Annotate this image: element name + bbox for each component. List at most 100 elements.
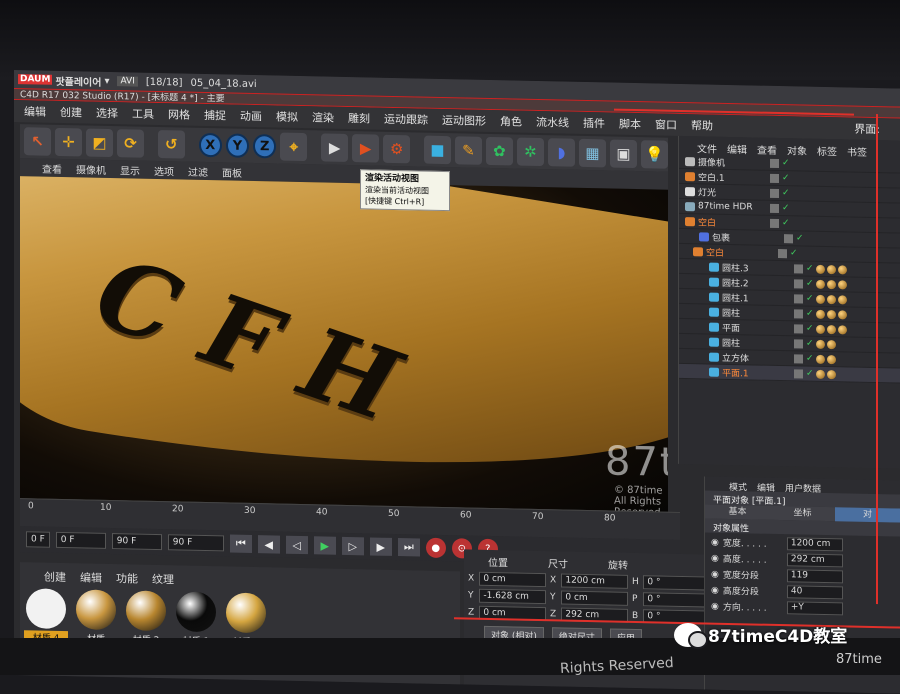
size-field[interactable]: 1200 cm	[561, 573, 628, 589]
undo-icon[interactable]: ↺	[157, 130, 185, 159]
property-value[interactable]: +Y	[786, 601, 843, 616]
visibility-toggle[interactable]	[794, 323, 803, 334]
menu-item[interactable]: 帮助	[691, 117, 713, 133]
attribute-subtab[interactable]: 基本	[705, 504, 770, 519]
play-icon[interactable]: ▶	[313, 536, 336, 555]
property-value[interactable]: 119	[786, 569, 843, 584]
property-value[interactable]: 292 cm	[786, 553, 843, 568]
light-icon[interactable]: 💡	[640, 140, 668, 169]
material-tag-icon[interactable]	[815, 354, 825, 364]
object-menu-item[interactable]: 书签	[847, 143, 867, 158]
menu-item[interactable]: 流水线	[536, 114, 569, 131]
rotate-icon[interactable]: ⟳	[117, 129, 144, 158]
material-tag-icon[interactable]	[826, 264, 836, 274]
attribute-subtab[interactable]: 坐标	[770, 506, 835, 521]
menu-item[interactable]: 网格	[168, 106, 190, 122]
visibility-toggle[interactable]	[770, 173, 779, 183]
material-tag-icon[interactable]	[815, 279, 825, 289]
position-field[interactable]: -1.628 cm	[479, 588, 546, 605]
viewport[interactable]: CFH 87time © 87time All Rights Reserved	[20, 176, 668, 512]
player-logo[interactable]: DAUM 팟플레이어 ▾	[18, 72, 109, 89]
prev-key-icon[interactable]: ◀	[257, 535, 280, 554]
enabled-check-icon[interactable]: ✓	[782, 218, 790, 228]
visibility-toggle[interactable]	[778, 248, 787, 258]
next-frame-icon[interactable]: ▷	[341, 536, 364, 556]
axis-x-toggle[interactable]: X	[198, 132, 222, 158]
viewport-menu-item[interactable]: 面板	[222, 164, 242, 179]
object-menu-item[interactable]: 对象	[787, 142, 807, 157]
menu-item[interactable]: 角色	[500, 113, 522, 129]
visibility-toggle[interactable]	[770, 218, 779, 228]
enabled-check-icon[interactable]: ✓	[806, 324, 814, 334]
enabled-check-icon[interactable]: ✓	[790, 248, 798, 258]
arrow-select-icon[interactable]: ↖	[24, 127, 51, 156]
animate-dot-icon[interactable]: ◉	[711, 585, 719, 595]
cloner-icon[interactable]: ✲	[516, 137, 544, 167]
current-frame-field[interactable]: 0 F	[26, 531, 50, 548]
visibility-toggle[interactable]	[794, 293, 803, 304]
end-frame-field[interactable]: 90 F	[167, 534, 224, 552]
enabled-check-icon[interactable]: ✓	[806, 369, 814, 379]
coordinate-system-icon[interactable]: ⌖	[280, 132, 308, 162]
menu-item[interactable]: 运动跟踪	[384, 111, 428, 128]
material-tag-icon[interactable]	[826, 324, 836, 334]
object-menu-item[interactable]: 文件	[697, 140, 717, 155]
object-menu-item[interactable]: 查看	[757, 142, 777, 157]
material-tag-icon[interactable]	[815, 309, 825, 319]
animate-dot-icon[interactable]: ◉	[711, 553, 719, 563]
camera-icon[interactable]: ▣	[609, 139, 637, 169]
enabled-check-icon[interactable]: ✓	[796, 233, 804, 243]
enabled-check-icon[interactable]: ✓	[782, 173, 790, 183]
material-tag-icon[interactable]	[837, 324, 847, 334]
viewport-menu-item[interactable]: 选项	[154, 162, 174, 177]
axis-z-toggle[interactable]: Z	[253, 134, 277, 159]
material-tag-icon[interactable]	[826, 339, 836, 349]
attribute-tab[interactable]: 编辑	[757, 481, 775, 494]
enabled-check-icon[interactable]: ✓	[806, 339, 814, 349]
visibility-toggle[interactable]	[794, 278, 803, 289]
render-view-icon[interactable]: ▶	[321, 133, 349, 163]
visibility-toggle[interactable]	[770, 203, 779, 213]
animate-dot-icon[interactable]: ◉	[711, 569, 719, 579]
material-tag-icon[interactable]	[815, 294, 825, 304]
deformer-icon[interactable]: ◗	[547, 138, 575, 167]
menu-item[interactable]: 插件	[583, 115, 605, 131]
viewport-menu-item[interactable]: 过滤	[188, 163, 208, 178]
visibility-toggle[interactable]	[794, 353, 803, 364]
material-swatch[interactable]: 材质.4	[24, 588, 68, 645]
enabled-check-icon[interactable]: ✓	[806, 294, 814, 304]
material-tag-icon[interactable]	[837, 309, 847, 319]
menu-item[interactable]: 渲染	[312, 109, 334, 125]
subdivision-icon[interactable]: ✿	[485, 136, 513, 166]
enabled-check-icon[interactable]: ✓	[782, 158, 790, 168]
enabled-check-icon[interactable]: ✓	[806, 354, 814, 364]
prev-frame-icon[interactable]: ◁	[285, 535, 308, 555]
menu-item[interactable]: 编辑	[24, 103, 46, 119]
visibility-toggle[interactable]	[794, 338, 803, 349]
material-tag-icon[interactable]	[837, 264, 847, 274]
visibility-toggle[interactable]	[794, 308, 803, 319]
visibility-toggle[interactable]	[770, 158, 779, 168]
animate-dot-icon[interactable]: ◉	[711, 601, 719, 611]
size-field[interactable]: 0 cm	[561, 590, 628, 606]
enabled-check-icon[interactable]: ✓	[782, 188, 790, 198]
property-value[interactable]: 40	[786, 585, 843, 600]
material-menu-item[interactable]: 功能	[116, 570, 138, 585]
rotation-field[interactable]: 0 °	[643, 575, 710, 591]
menu-item[interactable]: 创建	[60, 104, 82, 120]
menu-item[interactable]: 动画	[240, 108, 262, 124]
render-settings-icon[interactable]: ⚙	[383, 134, 411, 164]
pen-icon[interactable]: ✎	[454, 136, 482, 165]
viewport-menu-item[interactable]: 查看	[42, 160, 62, 175]
range-start-field[interactable]: 0 F	[55, 531, 106, 549]
cube-icon[interactable]: ■	[423, 135, 451, 165]
attribute-tab[interactable]: 用户数据	[785, 481, 821, 495]
material-tag-icon[interactable]	[815, 339, 825, 349]
enabled-check-icon[interactable]: ✓	[782, 203, 790, 213]
menu-item[interactable]: 选择	[96, 105, 118, 121]
object-menu-item[interactable]: 编辑	[727, 141, 747, 156]
move-icon[interactable]: ✛	[55, 127, 82, 157]
enabled-check-icon[interactable]: ✓	[806, 264, 814, 274]
menu-item[interactable]: 雕刻	[348, 110, 370, 126]
viewport-menu-item[interactable]: 摄像机	[76, 161, 106, 177]
